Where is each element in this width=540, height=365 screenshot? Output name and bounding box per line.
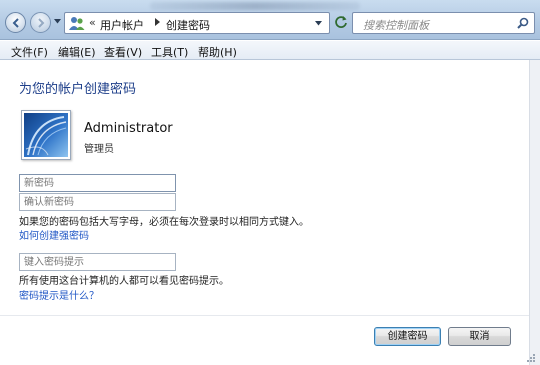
new-password-input[interactable] [20, 175, 175, 191]
recent-pages-dropdown-icon[interactable] [54, 19, 61, 24]
confirm-password-input[interactable] [20, 194, 175, 210]
menu-help[interactable]: 帮助(H) [198, 44, 237, 60]
password-hint-field[interactable] [19, 253, 176, 271]
search-input[interactable]: 搜索控制面板 [363, 17, 429, 33]
address-dropdown-icon[interactable] [315, 21, 322, 26]
cancel-button[interactable]: 取消 [448, 327, 511, 346]
confirm-password-field[interactable] [19, 193, 176, 211]
forward-button[interactable] [30, 12, 51, 33]
main-content: 为您的帐户创建密码 Administrator 管理员 如果您的密码包括大写字母… [0, 60, 529, 365]
search-icon[interactable] [517, 17, 529, 29]
control-panel-users-icon [69, 16, 85, 31]
search-box[interactable]: 搜索控制面板 [352, 12, 535, 34]
breadcrumb-create-password[interactable]: 创建密码 [166, 17, 210, 33]
user-role: 管理员 [84, 140, 114, 155]
refresh-icon[interactable] [334, 15, 348, 29]
breadcrumb-user-accounts[interactable]: 用户帐户 [100, 17, 144, 33]
menu-bar: 文件(F) 编辑(E) 查看(V) 工具(T) 帮助(H) [0, 41, 540, 60]
address-root-chevron-icon[interactable]: « [89, 16, 96, 29]
strong-password-link[interactable]: 如何创建强密码 [19, 227, 89, 242]
blurred-window-title [150, 2, 360, 10]
hint-visibility-note: 所有使用这台计算机的人都可以看见密码提示。 [19, 272, 229, 287]
password-hint-help-link[interactable]: 密码提示是什么？ [19, 287, 99, 302]
address-toolbar: « 用户帐户 创建密码 搜索控制面板 [0, 0, 540, 40]
forward-arrow-icon [35, 17, 47, 29]
page-title: 为您的帐户创建密码 [19, 78, 136, 97]
create-password-button[interactable]: 创建密码 [374, 327, 441, 346]
new-password-field[interactable] [19, 174, 176, 192]
back-arrow-icon [10, 17, 22, 29]
caps-sensitivity-note: 如果您的密码包括大写字母，必须在每次登录时以相同方式键入。 [19, 213, 309, 228]
vertical-scroll-track[interactable] [529, 60, 540, 365]
footer-divider [0, 315, 529, 316]
user-name: Administrator [84, 121, 173, 136]
password-hint-input[interactable] [20, 254, 175, 270]
address-bar[interactable]: « 用户帐户 创建密码 [64, 12, 330, 34]
breadcrumb-separator-icon[interactable] [155, 18, 160, 26]
resize-grip-icon[interactable] [524, 353, 536, 363]
menu-view[interactable]: 查看(V) [104, 44, 142, 60]
back-button[interactable] [5, 12, 26, 33]
user-avatar [21, 110, 71, 160]
menu-file[interactable]: 文件(F) [11, 44, 48, 60]
menu-tools[interactable]: 工具(T) [151, 44, 188, 60]
menu-edit[interactable]: 编辑(E) [58, 44, 96, 60]
account-picture-icon [24, 113, 68, 157]
